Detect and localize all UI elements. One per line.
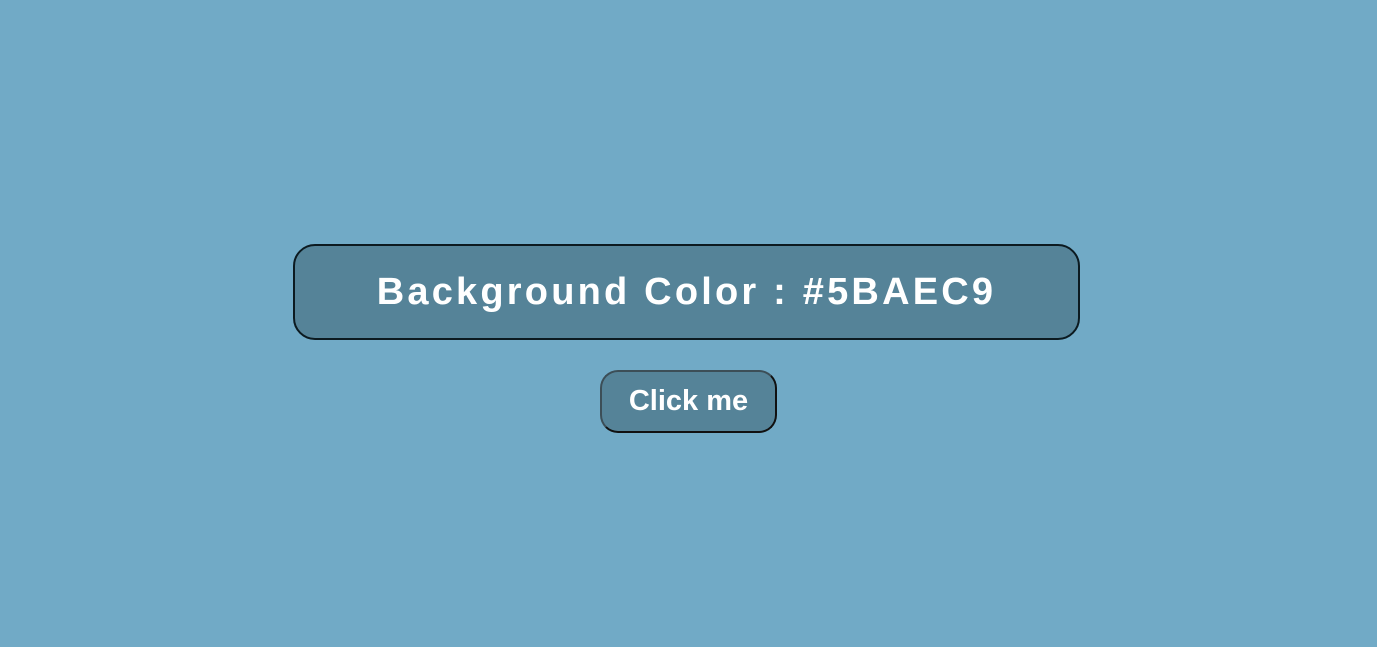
page-canvas: Background Color : #5BAEC9 Click me	[0, 0, 1377, 647]
background-color-label: Background Color : #5BAEC9	[376, 270, 997, 313]
click-me-button[interactable]: Click me	[600, 370, 777, 433]
background-color-display: Background Color : #5BAEC9	[293, 244, 1080, 340]
